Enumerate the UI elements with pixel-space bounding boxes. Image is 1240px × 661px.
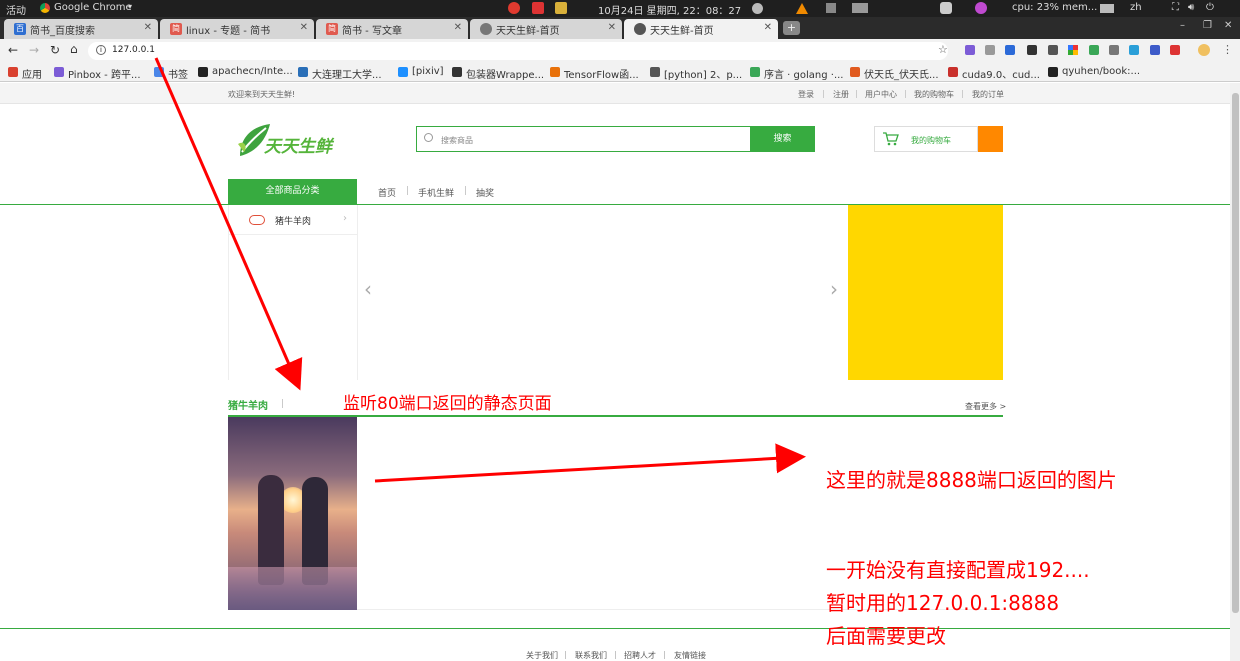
annotation-static-page: 监听80端口返回的静态页面 <box>343 394 552 414</box>
annotation-note-1: 一开始没有直接配置成192.... <box>826 558 1090 582</box>
annotation-note-2: 暂时用的127.0.0.1:8888 <box>826 591 1060 615</box>
arrow-to-static-page <box>154 57 303 391</box>
annotation-note-3: 后面需要更改 <box>826 624 946 648</box>
arrow-to-image <box>374 443 806 483</box>
annotation-image-port: 这里的就是8888端口返回的图片 <box>826 468 1117 492</box>
